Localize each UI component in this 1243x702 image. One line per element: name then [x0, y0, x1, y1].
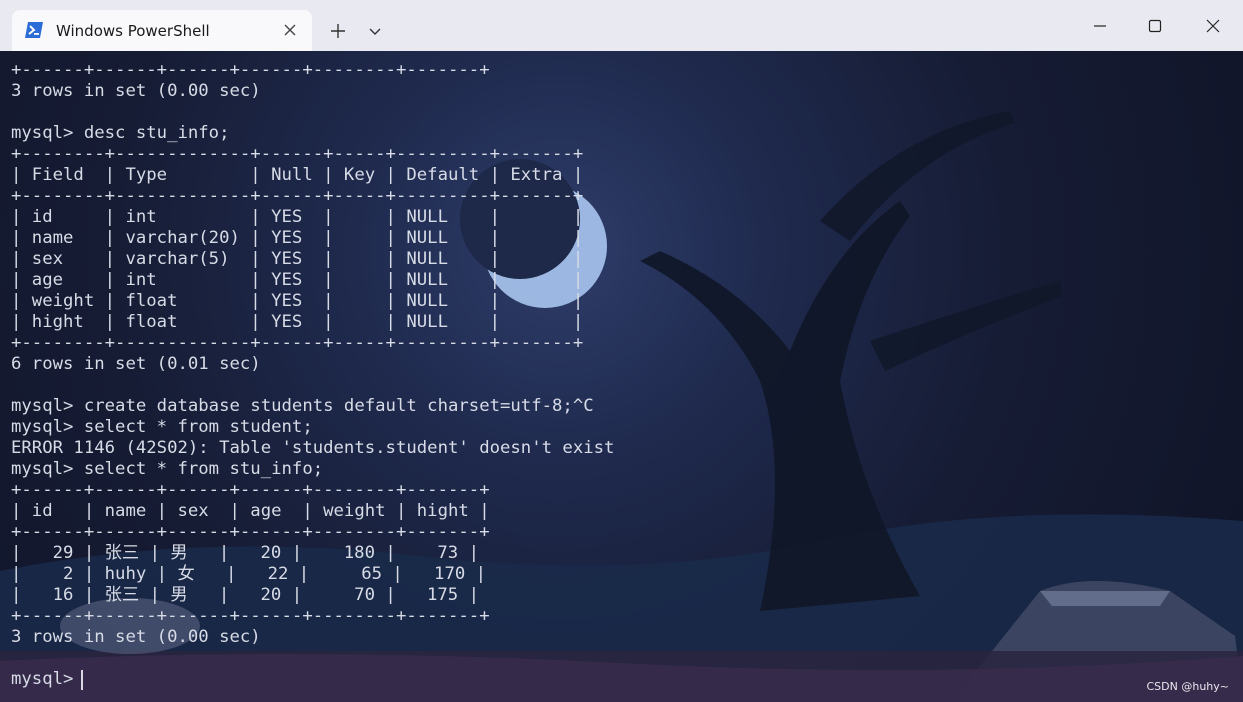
- console-line: | 16 | 张三 | 男 | 20 | 70 | 175 |: [11, 585, 480, 605]
- console-line: mysql> desc stu_info;: [11, 123, 230, 143]
- console-line: | hight | float | YES | | NULL | |: [11, 312, 584, 332]
- console-line: +--------+-------------+------+-----+---…: [11, 333, 584, 353]
- console-line: 3 rows in set (0.00 sec): [11, 627, 261, 647]
- console-line: | age | int | YES | | NULL | |: [11, 270, 584, 290]
- powershell-icon: [25, 22, 43, 38]
- console-line: | 29 | 张三 | 男 | 20 | 180 | 73 |: [11, 543, 480, 563]
- console-line: | id | name | sex | age | weight | hight…: [11, 501, 490, 521]
- console-line: +------+------+------+------+--------+--…: [11, 522, 490, 542]
- console-line: mysql> select * from student;: [11, 417, 313, 437]
- plus-icon[interactable]: [328, 21, 348, 41]
- console-line: +--------+-------------+------+-----+---…: [11, 144, 584, 164]
- minimize-icon[interactable]: [1088, 14, 1112, 38]
- console-line: | Field | Type | Null | Key | Default | …: [11, 165, 584, 185]
- console-line: ERROR 1146 (42S02): Table 'students.stud…: [11, 438, 615, 458]
- close-icon[interactable]: [280, 20, 300, 40]
- console-line: +------+------+------+------+--------+--…: [11, 480, 490, 500]
- title-bar: Windows PowerShell: [0, 0, 1243, 51]
- console-line: 6 rows in set (0.01 sec): [11, 354, 261, 374]
- console-line: | weight | float | YES | | NULL | |: [11, 291, 584, 311]
- close-icon[interactable]: [1201, 14, 1225, 38]
- tab-windows-powershell[interactable]: Windows PowerShell: [12, 10, 312, 51]
- terminal-output-area[interactable]: +------+------+------+------+--------+--…: [0, 51, 1243, 702]
- watermark: CSDN @huhy~: [1146, 680, 1230, 693]
- console-line: mysql>: [11, 669, 84, 689]
- chevron-down-icon[interactable]: [366, 22, 384, 40]
- console-line: mysql> create database students default …: [11, 396, 594, 416]
- console-line: | name | varchar(20) | YES | | NULL | |: [11, 228, 584, 248]
- console-line: | 2 | huhy | 女 | 22 | 65 | 170 |: [11, 564, 487, 584]
- console-line: | sex | varchar(5) | YES | | NULL | |: [11, 249, 584, 269]
- terminal-window: Windows PowerShell +------+------+------…: [0, 0, 1243, 702]
- console-line: 3 rows in set (0.00 sec): [11, 81, 261, 101]
- text-cursor: [81, 670, 83, 690]
- console-line: +--------+-------------+------+-----+---…: [11, 186, 584, 206]
- tab-title: Windows PowerShell: [56, 22, 210, 40]
- console-line: mysql> select * from stu_info;: [11, 459, 324, 479]
- maximize-icon[interactable]: [1143, 14, 1167, 38]
- console-line: +------+------+------+------+--------+--…: [11, 60, 490, 80]
- console-line: | id | int | YES | | NULL | |: [11, 207, 584, 227]
- console-line: +------+------+------+------+--------+--…: [11, 606, 490, 626]
- console-text: +------+------+------+------+--------+--…: [11, 60, 614, 690]
